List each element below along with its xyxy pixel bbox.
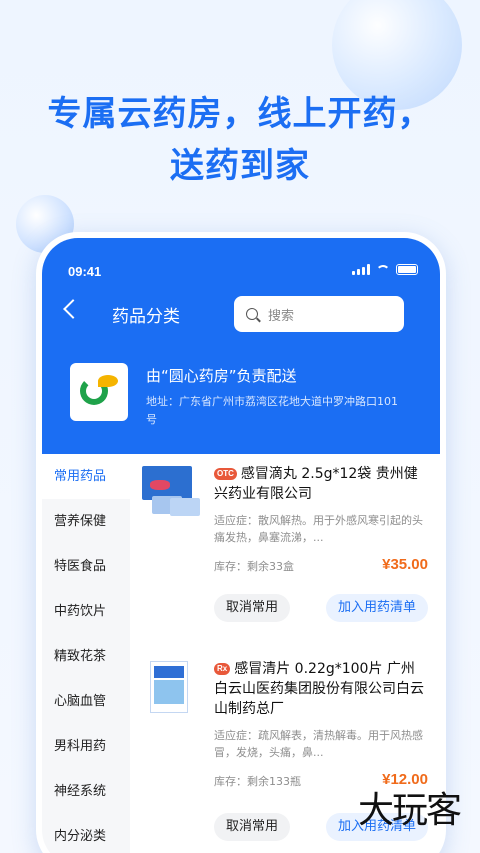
headline-line-1: 专属云药房，线上开药， — [47, 94, 433, 134]
sidebar-item-medical-food[interactable]: 特医食品 — [42, 544, 130, 589]
headline-line-2: 送药到家 — [170, 146, 310, 186]
product-title: Rx 感冒清片 0.22g*100片 广州白云山医药集团股份有限公司白云山制药总厂 — [214, 659, 428, 719]
sidebar-item-herbal[interactable]: 中药饮片 — [42, 589, 130, 634]
watermark-logo: 大玩客 — [357, 790, 462, 831]
sidebar-item-flower-tea[interactable]: 精致花茶 — [42, 634, 130, 679]
store-address: 地址：广东省广州市荔湾区花地大道中罗冲路口101号 — [146, 395, 398, 426]
phone-frame: 09:41 药品分类 搜索 由“圆心药房”负责配送 地址：广东省广州市荔湾区花地… — [36, 232, 446, 853]
product-desc: 适应症：散风解热。用于外感风寒引起的头痛发热，鼻塞流涕，... — [214, 514, 423, 544]
product-card[interactable]: OTC 感冒滴丸 2.5g*12袋 贵州健兴药业有限公司 适应症：散风解热。用于外… — [130, 464, 440, 634]
status-icons — [352, 264, 418, 275]
product-desc: 适应症：疏风解表，清热解毒。用于风热感冒，发烧，头痛，鼻... — [214, 729, 423, 759]
product-stock: 库存：剩余33盒 — [214, 560, 294, 573]
battery-icon — [396, 264, 418, 275]
promo-headline: 专属云药房，线上开药， 送药到家 — [0, 88, 480, 192]
category-sidebar: 常用药品 营养保健 特医食品 中药饮片 精致花茶 心脑血管 男科用药 神经系统 … — [42, 454, 130, 853]
sidebar-item-common-drugs[interactable]: 常用药品 — [42, 454, 130, 499]
page-title: 药品分类 — [112, 307, 180, 327]
product-title-text: 感冒滴丸 2.5g*12袋 贵州健兴药业有限公司 — [214, 466, 418, 502]
sidebar-item-endocrine[interactable]: 内分泌类 — [42, 814, 130, 853]
signal-icon — [352, 264, 370, 275]
sidebar-item-nervous[interactable]: 神经系统 — [42, 769, 130, 814]
cancel-common-button[interactable]: 取消常用 — [214, 813, 291, 841]
product-image — [142, 466, 204, 522]
rx-badge: Rx — [214, 663, 231, 675]
sidebar-item-cardio[interactable]: 心脑血管 — [42, 679, 130, 724]
cancel-common-button[interactable]: 取消常用 — [214, 594, 291, 622]
header-panel: 09:41 药品分类 搜索 由“圆心药房”负责配送 地址：广东省广州市荔湾区花地… — [42, 238, 440, 454]
product-title: OTC 感冒滴丸 2.5g*12袋 贵州健兴药业有限公司 — [214, 464, 428, 504]
product-title-text: 感冒清片 0.22g*100片 广州白云山医药集团股份有限公司白云山制药总厂 — [214, 661, 424, 717]
add-to-list-button[interactable]: 加入用药清单 — [325, 594, 428, 622]
search-icon — [246, 308, 258, 320]
otc-badge: OTC — [214, 468, 237, 480]
sidebar-item-nutrition[interactable]: 营养保健 — [42, 499, 130, 544]
status-bar: 09:41 — [68, 264, 418, 279]
search-placeholder: 搜索 — [268, 308, 295, 324]
back-arrow-icon[interactable] — [63, 299, 83, 319]
search-input[interactable]: 搜索 — [234, 296, 404, 332]
product-image — [142, 661, 204, 717]
store-name: 由“圆心药房”负责配送 — [146, 367, 297, 385]
product-price: ¥35.00 — [382, 556, 428, 573]
sidebar-item-andrology[interactable]: 男科用药 — [42, 724, 130, 769]
nav-bar: 药品分类 搜索 — [42, 296, 440, 336]
product-stock: 库存：剩余133瓶 — [214, 775, 301, 788]
wifi-icon — [376, 264, 390, 275]
status-time: 09:41 — [68, 264, 102, 279]
logo-bird-shape — [98, 375, 118, 387]
store-logo — [70, 363, 128, 421]
